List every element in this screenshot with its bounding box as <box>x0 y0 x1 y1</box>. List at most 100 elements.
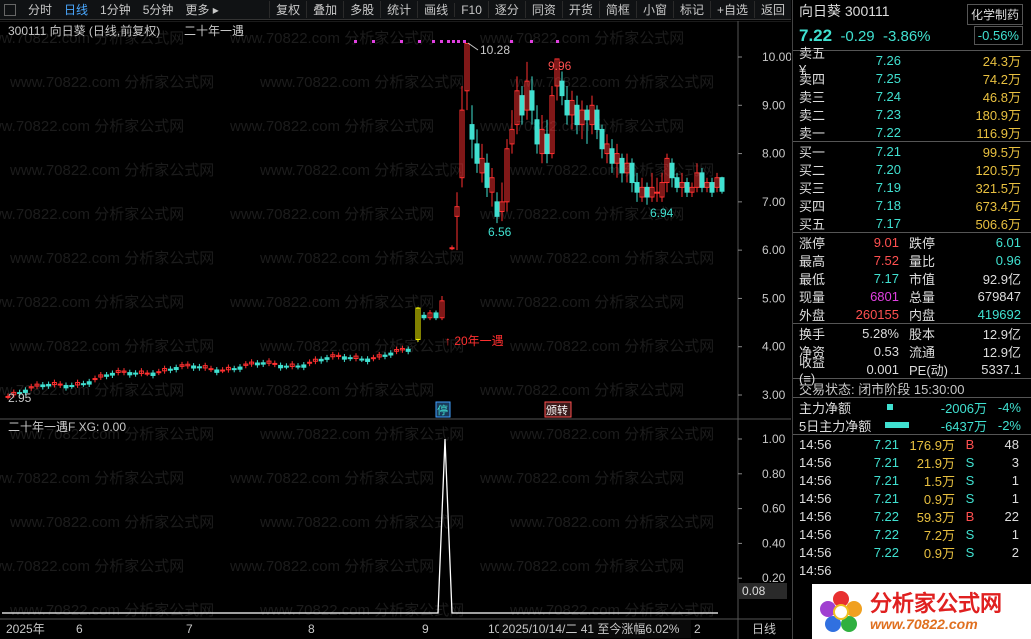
stats-table: 涨停 9.01 跌停 6.01 最高 7.52 量比 0.96 最低 7.17 市值 92.9亿 现量 6… <box>793 233 1031 323</box>
candle-body <box>347 357 353 360</box>
watermark-text: www.70822.com 分析家公式网 <box>229 382 434 399</box>
f10-button[interactable]: F10 <box>454 2 488 17</box>
logo-url: www.70822.com <box>870 615 978 632</box>
sector-change-pct: -0.56% <box>973 26 1023 45</box>
draw-line-button[interactable]: 画线 <box>417 1 454 18</box>
tick-row: 14:56 7.21 1.5万 S 1 <box>793 471 1031 489</box>
indicator-title: 二十年一遇F XG: 0.00 <box>8 420 126 434</box>
ask-row[interactable]: 卖二 7.23 180.9万 <box>793 105 1031 123</box>
simple-frame-button[interactable]: 简框 <box>598 1 636 18</box>
peak-label: 9.96 <box>548 59 572 73</box>
price-tick-label: 10.00 <box>762 50 791 64</box>
watermark-text: www.70822.com 分析家公式网 <box>229 30 434 47</box>
bid-row[interactable]: 买一 7.21 99.5万 <box>793 142 1031 160</box>
ask-volume: 74.2万 <box>982 71 1021 87</box>
stat-value: 419692 <box>977 306 1021 322</box>
watermark-text: www.70822.com 分析家公式网 <box>259 602 464 619</box>
price-tick-label: 3.00 <box>762 388 786 402</box>
watermark-text: www.70822.com 分析家公式网 <box>509 514 714 531</box>
candle-body <box>474 143 480 164</box>
bid-row[interactable]: 买三 7.19 321.5万 <box>793 178 1031 196</box>
back-button[interactable]: 返回 <box>753 1 791 18</box>
candle-body <box>295 365 301 368</box>
tick-volume: 21.9万 <box>916 455 955 471</box>
mini-window-button[interactable]: 小窗 <box>635 1 673 18</box>
ask-row[interactable]: 卖四 7.25 74.2万 <box>793 69 1031 87</box>
tab-1min[interactable]: 1分钟 <box>94 1 137 18</box>
tick-volume: 0.9万 <box>923 545 955 561</box>
signal-dot <box>447 40 450 43</box>
candle-body <box>365 358 371 362</box>
tick-price: 7.22 <box>873 508 899 524</box>
candle-body <box>669 162 675 179</box>
tick-time: 14:56 <box>799 508 832 524</box>
bid-row[interactable]: 买五 7.17 506.6万 <box>793 214 1031 232</box>
candle-body <box>301 364 307 368</box>
mark-button[interactable]: 标记 <box>672 1 710 18</box>
bid-row[interactable]: 买四 7.18 673.4万 <box>793 196 1031 214</box>
add-watchlist-button[interactable]: +自选 <box>709 1 754 18</box>
bid-book: 买一 7.21 99.5万 买二 7.20 120.5万 买三 7.19 321.5万 买四 7.1… <box>793 142 1031 232</box>
annotation-label: ↑ 20年一遇 <box>445 334 504 348</box>
adjust-button[interactable]: 复权 <box>269 1 306 18</box>
stat-value: 679847 <box>977 288 1021 304</box>
stats-button[interactable]: 统计 <box>380 1 417 18</box>
watermark-text: www.70822.com 分析家公式网 <box>259 162 464 179</box>
open-button[interactable]: 开货 <box>561 1 599 18</box>
candle-body <box>92 378 98 381</box>
tab-5min[interactable]: 5分钟 <box>137 1 180 18</box>
tick-count: 2 <box>1011 544 1019 560</box>
multi-stock-button[interactable]: 多股 <box>343 1 380 18</box>
stat-value: 7.17 <box>873 270 899 286</box>
tick-side: S <box>965 544 975 560</box>
overlay-button[interactable]: 叠加 <box>306 1 343 18</box>
candle-body <box>421 314 427 319</box>
tick-button[interactable]: 逐分 <box>487 1 525 18</box>
signal-dot <box>432 40 435 43</box>
candle-body <box>709 182 715 193</box>
candle-body <box>127 372 133 376</box>
watermark-text: www.70822.com 分析家公式网 <box>0 294 184 311</box>
signal-dot <box>463 40 466 43</box>
bid-label: 买三 <box>799 180 826 196</box>
watermark-text: www.70822.com 分析家公式网 <box>0 206 184 223</box>
bid-volume: 506.6万 <box>975 216 1021 232</box>
price-change: -0.29 <box>840 27 875 45</box>
watermark-text: www.70822.com 分析家公式网 <box>229 294 434 311</box>
indicator-name: 二十年一遇 <box>184 24 244 38</box>
bottom-info: 2025/10/14/二 41 至今涨幅6.02% <box>502 621 680 636</box>
tab-intraday[interactable]: 分时 <box>22 1 58 18</box>
candle-body <box>80 383 86 386</box>
ask-row[interactable]: 卖一 7.22 116.9万 <box>793 123 1031 141</box>
candle-body <box>388 352 394 356</box>
price-tick-label: 6.00 <box>762 243 786 257</box>
stat-key: 涨停 <box>799 235 826 251</box>
candle-body <box>494 201 500 217</box>
signal-dot <box>354 40 357 43</box>
tick-side: S <box>965 454 975 470</box>
watermark-text: www.70822.com 分析家公式网 <box>259 514 464 531</box>
signal-dot <box>457 40 460 43</box>
event-badge-text: 颁转 <box>546 403 568 417</box>
watermark-text: www.70822.com 分析家公式网 <box>509 338 714 355</box>
tick-volume: 176.9万 <box>909 437 955 453</box>
tick-side: B <box>965 436 975 452</box>
low-label-694: 6.94 <box>650 206 674 220</box>
candle-body <box>133 372 139 375</box>
watermark-text: www.70822.com 分析家公式网 <box>229 470 434 487</box>
ask-price: 7.26 <box>875 52 901 68</box>
candle-body <box>40 384 46 388</box>
bid-volume: 120.5万 <box>975 162 1021 178</box>
candle-body <box>191 365 197 369</box>
signal-dot <box>510 40 513 43</box>
kline-chart[interactable]: www.70822.com 分析家公式网 www.70822.com 分析家公式网… <box>0 21 791 639</box>
same-fund-button[interactable]: 同资 <box>524 1 562 18</box>
ask-row[interactable]: 卖五 ¥7.26 24.3万 <box>793 46 1031 77</box>
layout-toggle-icon[interactable] <box>4 3 16 16</box>
tab-more[interactable]: 更多 ▸ <box>179 1 224 18</box>
bid-row[interactable]: 买二 7.20 120.5万 <box>793 160 1031 178</box>
ask-label: 卖四 <box>799 71 826 87</box>
watermark-text: www.70822.com 分析家公式网 <box>259 74 464 91</box>
ask-row[interactable]: 卖三 7.24 46.8万 <box>793 87 1031 105</box>
tab-daily[interactable]: 日线 <box>58 1 94 18</box>
